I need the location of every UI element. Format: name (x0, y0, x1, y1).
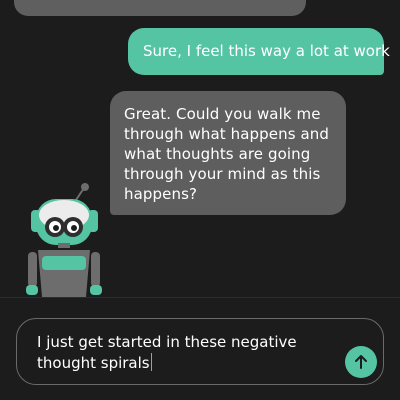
robot-avatar-icon (14, 180, 114, 300)
message-input[interactable]: I just get started in these negative tho… (37, 332, 337, 374)
arrow-up-icon (355, 355, 367, 369)
text-cursor (150, 353, 152, 371)
message-bubble-user: Sure, I feel this way a lot at work (128, 28, 390, 75)
message-bubble-bot-partial (14, 0, 306, 16)
message-input-value: I just get started in these negative tho… (37, 333, 297, 372)
message-text: Sure, I feel this way a lot at work (143, 42, 390, 60)
message-composer[interactable]: I just get started in these negative tho… (16, 318, 384, 385)
divider (0, 297, 400, 298)
message-text: Great. Could you walk me through what ha… (124, 105, 330, 203)
message-bubble-bot: Great. Could you walk me through what ha… (110, 91, 346, 215)
send-button[interactable] (345, 346, 377, 378)
